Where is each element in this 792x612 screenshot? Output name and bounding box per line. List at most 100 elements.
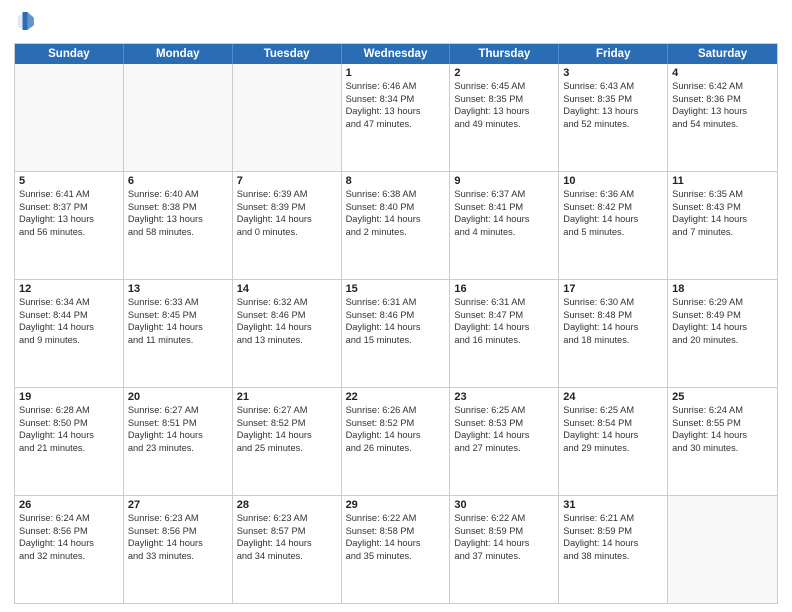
cell-info-line: Sunset: 8:42 PM xyxy=(563,201,663,214)
cell-info-line: Daylight: 14 hours xyxy=(19,537,119,550)
day-number: 15 xyxy=(346,283,446,295)
day-number: 9 xyxy=(454,175,554,187)
cell-info-line: Daylight: 14 hours xyxy=(454,321,554,334)
calendar-cell: 3Sunrise: 6:43 AMSunset: 8:35 PMDaylight… xyxy=(559,64,668,171)
calendar-cell xyxy=(124,64,233,171)
calendar-cell: 5Sunrise: 6:41 AMSunset: 8:37 PMDaylight… xyxy=(15,172,124,279)
cell-info-line: Sunrise: 6:31 AM xyxy=(454,296,554,309)
calendar-cell xyxy=(15,64,124,171)
cell-info-line: Sunrise: 6:46 AM xyxy=(346,80,446,93)
cell-info-line: Sunrise: 6:21 AM xyxy=(563,512,663,525)
cell-info-line: Daylight: 14 hours xyxy=(128,537,228,550)
day-number: 29 xyxy=(346,499,446,511)
cell-info-line: Daylight: 14 hours xyxy=(346,321,446,334)
day-number: 27 xyxy=(128,499,228,511)
cell-info-line: Daylight: 14 hours xyxy=(563,537,663,550)
cell-info-line: Daylight: 13 hours xyxy=(672,105,773,118)
cell-info-line: and 7 minutes. xyxy=(672,226,773,239)
calendar-cell: 1Sunrise: 6:46 AMSunset: 8:34 PMDaylight… xyxy=(342,64,451,171)
cell-info-line: and 5 minutes. xyxy=(563,226,663,239)
cell-info-line: and 16 minutes. xyxy=(454,334,554,347)
day-number: 20 xyxy=(128,391,228,403)
day-number: 14 xyxy=(237,283,337,295)
cell-info-line: Sunset: 8:46 PM xyxy=(346,309,446,322)
cell-info-line: Sunset: 8:59 PM xyxy=(563,525,663,538)
day-number: 28 xyxy=(237,499,337,511)
calendar-cell: 15Sunrise: 6:31 AMSunset: 8:46 PMDayligh… xyxy=(342,280,451,387)
calendar-cell: 21Sunrise: 6:27 AMSunset: 8:52 PMDayligh… xyxy=(233,388,342,495)
cell-info-line: and 30 minutes. xyxy=(672,442,773,455)
cell-info-line: Daylight: 14 hours xyxy=(672,213,773,226)
cell-info-line: Daylight: 14 hours xyxy=(563,429,663,442)
calendar-cell: 4Sunrise: 6:42 AMSunset: 8:36 PMDaylight… xyxy=(668,64,777,171)
cell-info-line: Sunset: 8:47 PM xyxy=(454,309,554,322)
day-number: 30 xyxy=(454,499,554,511)
cell-info-line: Sunset: 8:54 PM xyxy=(563,417,663,430)
cell-info-line: Sunrise: 6:22 AM xyxy=(454,512,554,525)
cell-info-line: Sunrise: 6:23 AM xyxy=(128,512,228,525)
cell-info-line: Sunrise: 6:27 AM xyxy=(128,404,228,417)
calendar-cell: 30Sunrise: 6:22 AMSunset: 8:59 PMDayligh… xyxy=(450,496,559,603)
cell-info-line: and 35 minutes. xyxy=(346,550,446,563)
cell-info-line: and 52 minutes. xyxy=(563,118,663,131)
cell-info-line: Daylight: 14 hours xyxy=(454,537,554,550)
day-number: 16 xyxy=(454,283,554,295)
cell-info-line: and 21 minutes. xyxy=(19,442,119,455)
day-number: 17 xyxy=(563,283,663,295)
day-number: 11 xyxy=(672,175,773,187)
day-number: 26 xyxy=(19,499,119,511)
calendar-week-4: 19Sunrise: 6:28 AMSunset: 8:50 PMDayligh… xyxy=(15,388,777,496)
cell-info-line: Sunrise: 6:37 AM xyxy=(454,188,554,201)
cell-info-line: Sunset: 8:59 PM xyxy=(454,525,554,538)
cell-info-line: Daylight: 14 hours xyxy=(237,537,337,550)
calendar-cell: 2Sunrise: 6:45 AMSunset: 8:35 PMDaylight… xyxy=(450,64,559,171)
calendar-cell: 13Sunrise: 6:33 AMSunset: 8:45 PMDayligh… xyxy=(124,280,233,387)
calendar-cell: 24Sunrise: 6:25 AMSunset: 8:54 PMDayligh… xyxy=(559,388,668,495)
cell-info-line: Daylight: 14 hours xyxy=(563,213,663,226)
page: SundayMondayTuesdayWednesdayThursdayFrid… xyxy=(0,0,792,612)
calendar-cell: 17Sunrise: 6:30 AMSunset: 8:48 PMDayligh… xyxy=(559,280,668,387)
cell-info-line: Sunset: 8:41 PM xyxy=(454,201,554,214)
day-number: 6 xyxy=(128,175,228,187)
cell-info-line: Daylight: 14 hours xyxy=(454,429,554,442)
cell-info-line: Daylight: 14 hours xyxy=(563,321,663,334)
cell-info-line: Sunrise: 6:32 AM xyxy=(237,296,337,309)
cell-info-line: Sunset: 8:44 PM xyxy=(19,309,119,322)
cell-info-line: Sunrise: 6:25 AM xyxy=(563,404,663,417)
cell-info-line: Sunset: 8:50 PM xyxy=(19,417,119,430)
header xyxy=(14,10,778,37)
cell-info-line: Sunset: 8:48 PM xyxy=(563,309,663,322)
header-day-monday: Monday xyxy=(124,44,233,64)
cell-info-line: and 0 minutes. xyxy=(237,226,337,239)
calendar-cell: 10Sunrise: 6:36 AMSunset: 8:42 PMDayligh… xyxy=(559,172,668,279)
cell-info-line: Daylight: 14 hours xyxy=(128,321,228,334)
calendar-cell: 26Sunrise: 6:24 AMSunset: 8:56 PMDayligh… xyxy=(15,496,124,603)
calendar-cell: 7Sunrise: 6:39 AMSunset: 8:39 PMDaylight… xyxy=(233,172,342,279)
cell-info-line: Daylight: 14 hours xyxy=(237,213,337,226)
cell-info-line: and 9 minutes. xyxy=(19,334,119,347)
calendar-cell xyxy=(668,496,777,603)
cell-info-line: Daylight: 13 hours xyxy=(454,105,554,118)
day-number: 25 xyxy=(672,391,773,403)
day-number: 3 xyxy=(563,67,663,79)
cell-info-line: Sunset: 8:53 PM xyxy=(454,417,554,430)
day-number: 7 xyxy=(237,175,337,187)
cell-info-line: Sunrise: 6:43 AM xyxy=(563,80,663,93)
cell-info-line: Daylight: 14 hours xyxy=(454,213,554,226)
cell-info-line: Sunrise: 6:45 AM xyxy=(454,80,554,93)
cell-info-line: Sunset: 8:56 PM xyxy=(19,525,119,538)
cell-info-line: Sunset: 8:57 PM xyxy=(237,525,337,538)
cell-info-line: and 13 minutes. xyxy=(237,334,337,347)
cell-info-line: and 37 minutes. xyxy=(454,550,554,563)
cell-info-line: Sunset: 8:35 PM xyxy=(454,93,554,106)
cell-info-line: Sunrise: 6:35 AM xyxy=(672,188,773,201)
cell-info-line: Sunset: 8:38 PM xyxy=(128,201,228,214)
cell-info-line: and 56 minutes. xyxy=(19,226,119,239)
cell-info-line: Sunrise: 6:31 AM xyxy=(346,296,446,309)
calendar-cell: 29Sunrise: 6:22 AMSunset: 8:58 PMDayligh… xyxy=(342,496,451,603)
day-number: 2 xyxy=(454,67,554,79)
cell-info-line: Sunrise: 6:24 AM xyxy=(672,404,773,417)
cell-info-line: Daylight: 13 hours xyxy=(563,105,663,118)
day-number: 5 xyxy=(19,175,119,187)
day-number: 12 xyxy=(19,283,119,295)
